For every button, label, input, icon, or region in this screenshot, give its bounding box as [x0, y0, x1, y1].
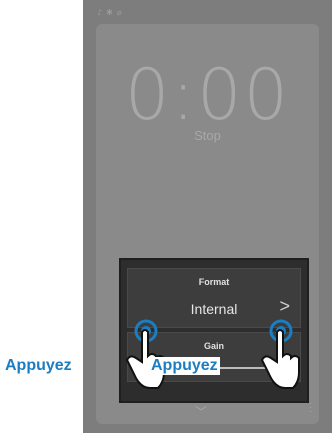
more-options-icon[interactable]: · · · [309, 399, 312, 417]
bluetooth-icon: ✱ [106, 8, 117, 17]
format-title: Format [198, 277, 230, 287]
format-value: Internal [190, 301, 238, 317]
microphone-icon: ⌀ [116, 8, 126, 17]
timer-display: 0:00 [124, 54, 291, 136]
tap-label-left: Appuyez [3, 357, 74, 375]
chevron-right-icon[interactable]: > [279, 296, 290, 317]
tap-hand-left-icon [125, 319, 165, 389]
tap-label-right: Appuyez [149, 357, 220, 375]
tap-hand-right-icon [260, 319, 300, 389]
headphones-icon: ♪ [97, 8, 107, 17]
chevron-down-icon[interactable]: ﹀ [195, 403, 207, 420]
status-bar: ♪✱⌀ [97, 8, 126, 17]
recorder-state: Stop [194, 128, 221, 143]
